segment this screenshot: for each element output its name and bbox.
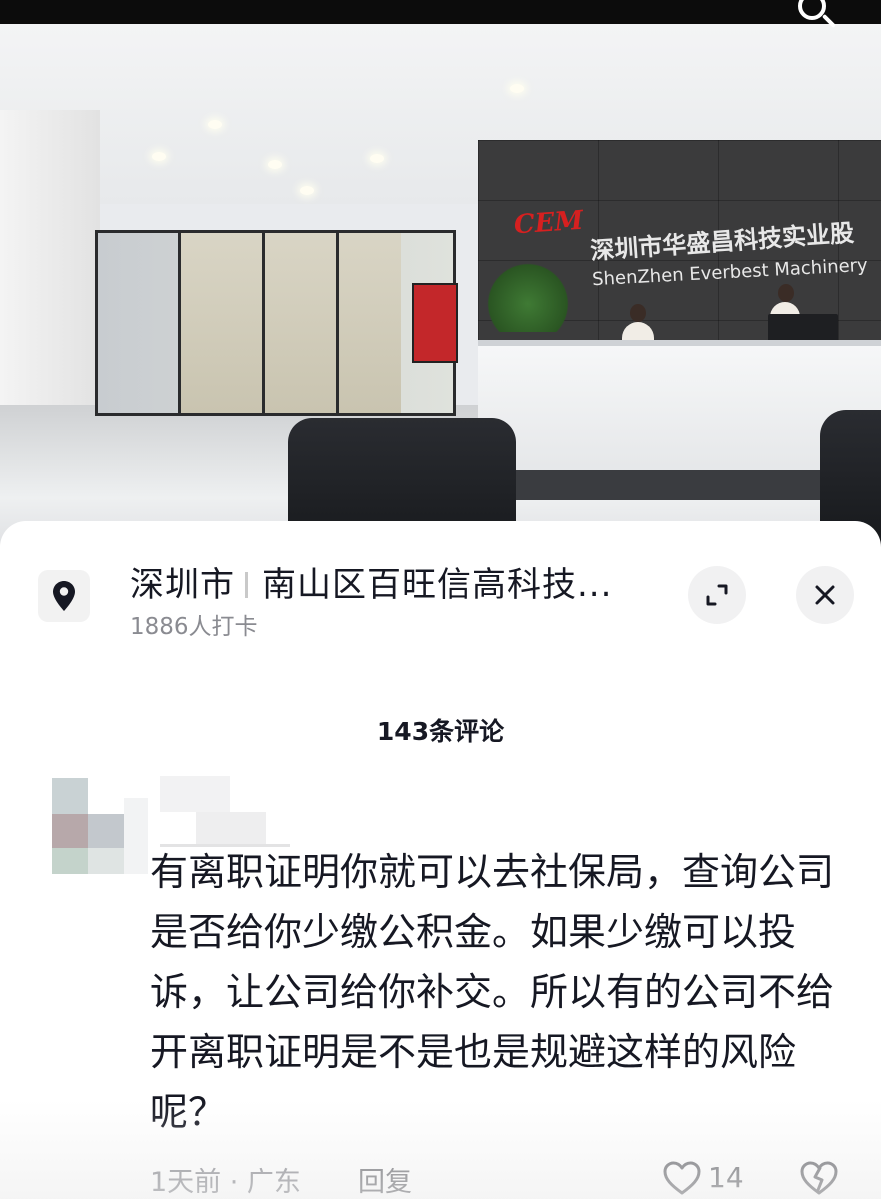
- expand-icon: [706, 584, 728, 606]
- expand-button[interactable]: [688, 566, 746, 624]
- comment-count-title: 143条评论: [376, 717, 505, 746]
- divider: [245, 572, 248, 598]
- company-logo: CEM: [513, 205, 585, 241]
- ceiling-light: [152, 152, 166, 161]
- ceiling-light: [268, 160, 282, 169]
- ceiling-light: [510, 84, 524, 93]
- comment-text: 有离职证明你就可以去社保局，查询公司 是否给你少缴公积金。如果少缴可以投 诉，让…: [150, 842, 835, 1142]
- like-count: 14: [708, 1161, 744, 1194]
- heart-icon[interactable]: [662, 1160, 702, 1200]
- comment-line: 呢？: [150, 1090, 227, 1134]
- standing-poster: [412, 283, 458, 363]
- glass-partition: [95, 230, 456, 416]
- comment-line: 是否给你少缴公积金。如果少缴可以投: [150, 910, 797, 954]
- top-bar: [0, 0, 881, 24]
- comment-line: 有离职证明你就可以去社保局，查询公司: [150, 850, 835, 894]
- comment-line: 诉，让公司给你补交。所以有的公司不给: [150, 970, 835, 1014]
- ceiling-light: [208, 120, 222, 129]
- username-blurred[interactable]: [160, 776, 300, 848]
- location-photo: CEM 深圳市华盛昌科技实业股 ShenZhen Everbest Machin…: [0, 0, 881, 560]
- plant: [478, 262, 578, 332]
- location-title[interactable]: 深圳市 南山区百旺信高科技...: [130, 557, 612, 606]
- reply-button[interactable]: 回复: [358, 1160, 412, 1199]
- location-pin-icon[interactable]: [38, 570, 90, 622]
- ceiling-light: [370, 154, 384, 163]
- close-icon: [815, 585, 835, 605]
- broken-heart-icon[interactable]: [799, 1160, 839, 1200]
- close-button[interactable]: [796, 566, 854, 624]
- avatar[interactable]: [52, 778, 148, 874]
- location-address: 南山区百旺信高科技...: [262, 565, 613, 605]
- location-city: 深圳市: [130, 565, 235, 605]
- ceiling-light: [300, 186, 314, 195]
- comment-line: 开离职证明是不是也是规避这样的风险: [150, 1030, 797, 1074]
- checkin-count: 1886人打卡: [130, 614, 258, 640]
- comment-meta: 1天前 · 广东: [150, 1167, 301, 1198]
